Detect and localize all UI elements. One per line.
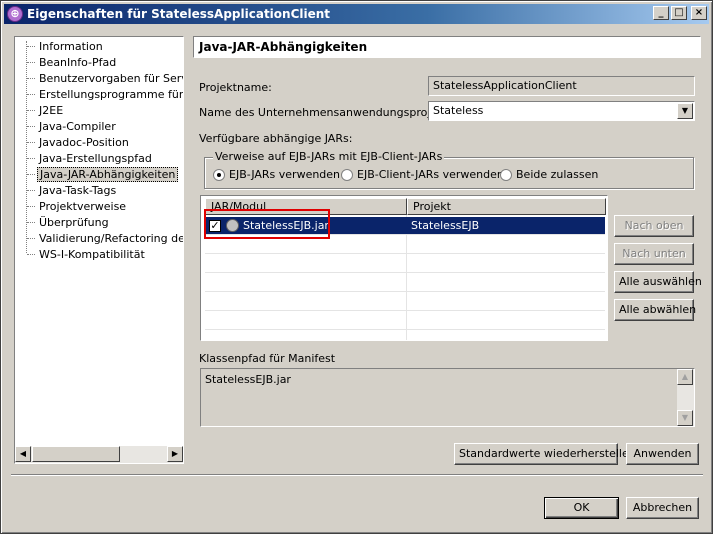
project-name-label: Projektname: — [199, 81, 272, 94]
table-row-empty — [205, 255, 605, 273]
tree-item-j2ee[interactable]: J2EE — [27, 103, 65, 118]
apply-button[interactable]: Anwenden — [626, 443, 699, 465]
title-bar[interactable]: ⊕ Eigenschaften für StatelessApplication… — [4, 4, 709, 24]
tree-horizontal-scrollbar[interactable]: ◀ ▶ — [15, 446, 183, 463]
ear-project-combo[interactable]: Stateless ▼ — [428, 101, 695, 121]
table-row-empty — [205, 293, 605, 311]
scroll-down-icon[interactable]: ▼ — [677, 410, 693, 426]
radio-dot-icon — [500, 169, 512, 181]
cell-project: StatelessEJB — [411, 219, 480, 232]
ejb-reference-group: Verweise auf EJB-JARs mit EJB-Client-JAR… — [204, 150, 694, 189]
project-name-field: StatelessApplicationClient — [428, 76, 695, 96]
tree-item-javadoc-location[interactable]: Javadoc-Position — [27, 135, 131, 150]
window-title: Eigenschaften für StatelessApplicationCl… — [27, 7, 331, 21]
ok-button[interactable]: OK — [544, 497, 619, 519]
minimize-button[interactable]: _ — [653, 6, 669, 20]
tree-item-project-references[interactable]: Projektverweise — [27, 199, 128, 214]
properties-tree[interactable]: Information BeanInfo-Pfad Benutzervorgab… — [14, 36, 184, 464]
tree-item-information[interactable]: Information — [27, 39, 105, 54]
scroll-up-icon[interactable]: ▲ — [677, 369, 693, 385]
available-jars-label: Verfügbare abhängige JARs: — [199, 132, 353, 145]
column-header-project[interactable]: Projekt — [407, 198, 606, 215]
move-up-button[interactable]: Nach oben — [614, 215, 694, 237]
manifest-classpath-value: StatelessEJB.jar — [205, 373, 291, 386]
ear-project-label: Name des Unternehmensanwendungsprojekts: — [199, 106, 458, 119]
manifest-vertical-scrollbar[interactable]: ▲ ▼ — [677, 369, 694, 426]
chevron-down-icon[interactable]: ▼ — [677, 103, 693, 119]
tree-item-java-jar-dependencies[interactable]: Java-JAR-Abhängigkeiten — [27, 167, 179, 182]
scroll-left-icon[interactable]: ◀ — [15, 446, 31, 462]
page-title: Java-JAR-Abhängigkeiten — [193, 36, 701, 58]
properties-dialog: ⊕ Eigenschaften für StatelessApplication… — [0, 0, 713, 534]
tree-item-java-build-path[interactable]: Java-Erstellungspfad — [27, 151, 154, 166]
maximize-button[interactable]: □ — [671, 6, 687, 20]
tree-item-server-preferences[interactable]: Benutzervorgaben für Server — [27, 71, 183, 86]
tree-item-validation-refactoring[interactable]: Validierung/Refactoring der Lir — [27, 231, 183, 246]
scroll-right-icon[interactable]: ▶ — [167, 446, 183, 462]
close-button[interactable]: × — [691, 6, 707, 20]
table-row-empty — [205, 312, 605, 330]
radio-dot-icon — [341, 169, 353, 181]
radio-use-ejb-jars[interactable]: EJB-JARs verwenden — [213, 168, 340, 182]
ear-project-value: Stateless — [433, 104, 484, 117]
restore-defaults-button[interactable]: Standardwerte wiederherstellen — [454, 443, 636, 465]
cancel-button[interactable]: Abbrechen — [626, 497, 699, 519]
ejb-reference-group-title: Verweise auf EJB-JARs mit EJB-Client-JAR… — [213, 150, 445, 163]
scroll-thumb[interactable] — [32, 446, 120, 462]
manifest-classpath-label: Klassenpfad für Manifest — [199, 352, 336, 365]
tree-item-validation[interactable]: Überprüfung — [27, 215, 111, 230]
tree-item-beaninfo-path[interactable]: BeanInfo-Pfad — [27, 55, 118, 70]
table-row-empty — [205, 274, 605, 292]
radio-dot-icon — [213, 169, 225, 181]
tree-item-external-builders[interactable]: Erstellungsprogramme für exte — [27, 87, 183, 102]
tree-item-java-task-tags[interactable]: Java-Task-Tags — [27, 183, 118, 198]
red-highlight-box — [204, 209, 330, 239]
eclipse-app-icon: ⊕ — [7, 6, 23, 22]
tree-item-java-compiler[interactable]: Java-Compiler — [27, 119, 118, 134]
tree-item-ws-i-compliance[interactable]: WS-I-Kompatibilität — [27, 247, 147, 262]
select-all-button[interactable]: Alle auswählen — [614, 271, 702, 293]
radio-use-ejb-client-jars[interactable]: EJB-Client-JARs verwenden — [341, 168, 504, 182]
manifest-classpath-textarea[interactable]: StatelessEJB.jar ▲ ▼ — [200, 368, 695, 427]
move-down-button[interactable]: Nach unten — [614, 243, 694, 265]
separator — [11, 474, 703, 476]
radio-allow-both[interactable]: Beide zulassen — [500, 168, 598, 182]
deselect-all-button[interactable]: Alle abwählen — [614, 299, 696, 321]
